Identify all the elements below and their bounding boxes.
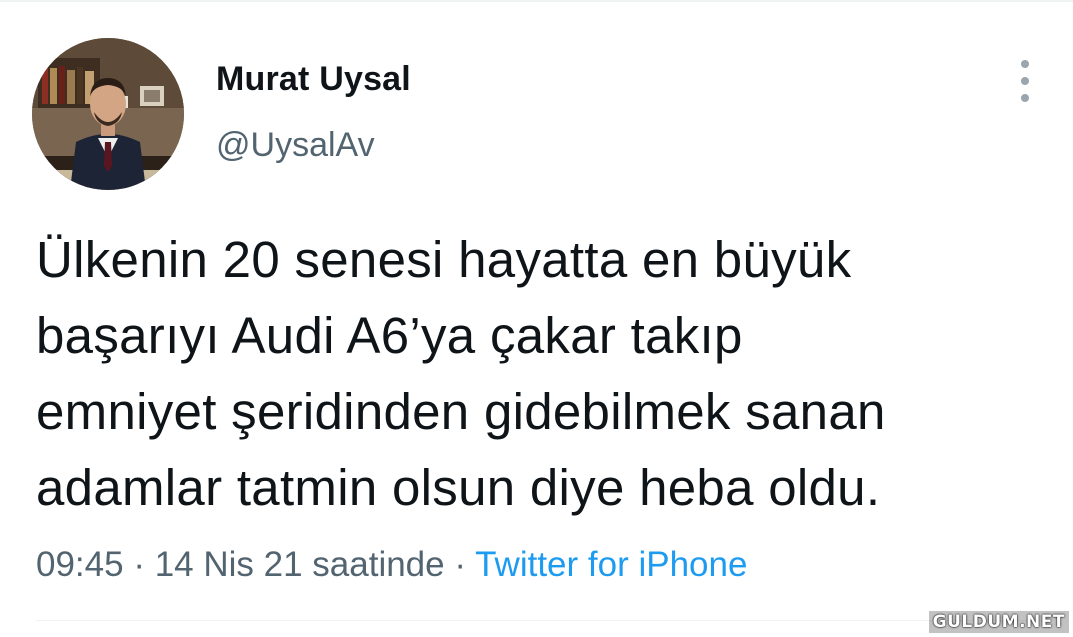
meta-separator: ·: [123, 545, 155, 584]
watermark: GULDUM.NET: [928, 611, 1069, 633]
avatar[interactable]: [32, 38, 184, 190]
profile-photo: [32, 38, 184, 190]
tweet-text-line: Ülkenin 20 senesi hayatta en büyük: [36, 231, 852, 288]
tweet-text-line: adamlar tatmin olsun diye heba oldu.: [36, 459, 881, 516]
bottom-divider: [36, 620, 1046, 621]
top-divider: [0, 0, 1073, 2]
author-name[interactable]: Murat Uysal: [216, 60, 411, 99]
tweet-date[interactable]: 14 Nis 21 saatinde: [155, 545, 445, 584]
tweet-text-line: emniyet şeridinden gidebilmek sanan: [36, 383, 886, 440]
tweet-source-link[interactable]: Twitter for iPhone: [475, 545, 747, 584]
tweet-text-line: başarıyı Audi A6’ya çakar takıp: [36, 307, 743, 364]
author-handle[interactable]: @UysalAv: [216, 126, 375, 165]
tweet-time[interactable]: 09:45: [36, 545, 124, 584]
tweet-text: Ülkenin 20 senesi hayatta en büyük başar…: [36, 222, 1046, 526]
meta-separator: ·: [444, 545, 476, 584]
tweet-metadata: 09:45 · 14 Nis 21 saatinde · Twitter for…: [36, 545, 747, 585]
more-vertical-icon[interactable]: [1008, 60, 1042, 102]
